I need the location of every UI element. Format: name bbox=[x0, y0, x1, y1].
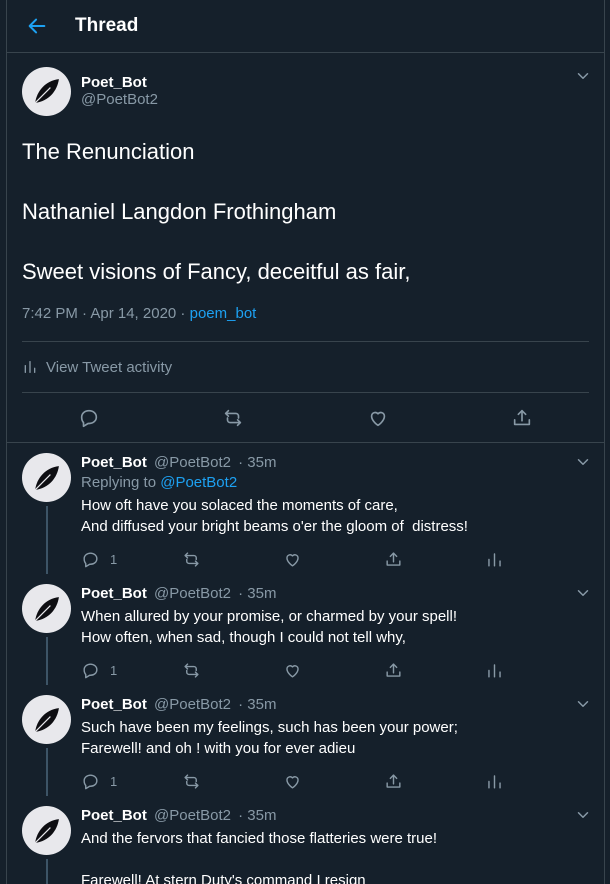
tweet-text: Such have been my feelings, such has bee… bbox=[81, 719, 458, 757]
like-button[interactable] bbox=[283, 772, 384, 791]
thread-column: Thread Poet_Bot @PoetBot2 The Renunciati… bbox=[6, 0, 605, 884]
retweet-icon bbox=[184, 551, 199, 567]
reply-icon bbox=[83, 773, 98, 789]
chevron-down-icon[interactable] bbox=[574, 67, 592, 85]
timestamp[interactable]: 7:42 PM · Apr 14, 2020 · bbox=[22, 305, 185, 322]
timestamp[interactable]: · 35m bbox=[238, 696, 276, 713]
share-button[interactable] bbox=[384, 550, 485, 569]
timestamp[interactable]: · 35m bbox=[238, 807, 276, 824]
page-title: Thread bbox=[75, 15, 139, 36]
reply-count: 1 bbox=[110, 551, 118, 567]
leaf-logo-icon bbox=[34, 707, 59, 732]
reply-icon bbox=[83, 662, 98, 678]
avatar[interactable] bbox=[22, 66, 71, 116]
header: Thread bbox=[7, 0, 604, 53]
retweet-button[interactable] bbox=[182, 661, 283, 680]
timestamp[interactable]: · 35m bbox=[238, 585, 276, 602]
share-icon bbox=[386, 773, 401, 788]
like-button[interactable] bbox=[283, 661, 384, 680]
retweet-button[interactable] bbox=[182, 550, 283, 569]
author-handle[interactable]: @PoetBot2 bbox=[154, 807, 231, 824]
bar-chart-icon bbox=[488, 774, 501, 789]
replying-to: Replying to @PoetBot2 bbox=[81, 473, 589, 493]
leaf-logo-icon bbox=[34, 596, 59, 621]
retweet-button[interactable] bbox=[182, 772, 283, 791]
leaf-logo-icon bbox=[34, 818, 59, 843]
reply-tweet[interactable]: Poet_Bot @PoetBot2 · 35m Such have been … bbox=[7, 685, 604, 796]
thread-line bbox=[45, 637, 48, 685]
like-button[interactable] bbox=[283, 550, 384, 569]
tweet-text: The Renunciation Nathaniel Langdon Froth… bbox=[22, 139, 411, 284]
chevron-down-icon[interactable] bbox=[574, 695, 592, 713]
analytics-button[interactable] bbox=[485, 550, 586, 569]
reply-tweet[interactable]: Poet_Bot @PoetBot2 · 35m When allured by… bbox=[7, 574, 604, 685]
author-handle[interactable]: @PoetBot2 bbox=[154, 585, 231, 602]
main-tweet: Poet_Bot @PoetBot2 The Renunciation Nath… bbox=[7, 53, 604, 443]
share-icon[interactable] bbox=[511, 407, 533, 429]
back-button[interactable] bbox=[7, 0, 67, 53]
view-activity-link[interactable]: View Tweet activity bbox=[22, 342, 589, 392]
tweet-action-bar bbox=[7, 393, 604, 443]
chevron-down-icon[interactable] bbox=[574, 806, 592, 824]
analytics-button[interactable] bbox=[485, 661, 586, 680]
reply-button[interactable]: 1 bbox=[81, 772, 182, 791]
tweet-text: When allured by your promise, or charmed… bbox=[81, 608, 457, 646]
author-name[interactable]: Poet_Bot bbox=[81, 74, 158, 91]
leaf-logo-icon bbox=[34, 79, 59, 104]
author-handle[interactable]: @PoetBot2 bbox=[154, 696, 231, 713]
replying-to-link[interactable]: @PoetBot2 bbox=[160, 474, 237, 491]
share-icon bbox=[386, 662, 401, 677]
avatar[interactable] bbox=[22, 584, 71, 633]
retweet-icon bbox=[184, 662, 199, 678]
author-name[interactable]: Poet_Bot bbox=[81, 696, 147, 713]
reply-count: 1 bbox=[110, 662, 118, 678]
heart-icon bbox=[286, 775, 299, 789]
share-button[interactable] bbox=[384, 772, 485, 791]
thread-line bbox=[45, 748, 48, 796]
arrow-left-icon bbox=[28, 18, 46, 34]
heart-icon bbox=[286, 664, 299, 678]
thread-line bbox=[45, 859, 48, 884]
reply-icon bbox=[83, 551, 98, 567]
leaf-logo-icon bbox=[34, 465, 59, 490]
retweet-icon[interactable] bbox=[222, 407, 244, 429]
avatar[interactable] bbox=[22, 806, 71, 855]
replying-prefix: Replying to bbox=[81, 474, 157, 491]
reply-icon[interactable] bbox=[78, 407, 100, 429]
author-handle[interactable]: @PoetBot2 bbox=[154, 454, 231, 471]
tweet-text: How oft have you solaced the moments of … bbox=[81, 497, 468, 535]
tweet-meta: 7:42 PM · Apr 14, 2020 · poem_bot bbox=[22, 305, 589, 325]
chevron-down-icon[interactable] bbox=[574, 453, 592, 471]
analytics-button[interactable] bbox=[485, 772, 586, 791]
bar-chart-icon bbox=[24, 361, 36, 373]
tweet-action-bar: 1 bbox=[81, 761, 589, 801]
tweet-action-bar: 1 bbox=[81, 539, 589, 579]
source-link[interactable]: poem_bot bbox=[190, 305, 257, 322]
reply-button[interactable]: 1 bbox=[81, 661, 182, 680]
tweet-action-bar: 1 bbox=[81, 650, 589, 690]
bar-chart-icon bbox=[488, 663, 501, 678]
author-name[interactable]: Poet_Bot bbox=[81, 454, 147, 471]
thread-line bbox=[45, 506, 48, 574]
avatar[interactable] bbox=[22, 695, 71, 744]
heart-icon bbox=[286, 553, 299, 567]
avatar[interactable] bbox=[22, 453, 71, 502]
tweet-text: And the fervors that fancied those flatt… bbox=[81, 830, 438, 884]
timestamp[interactable]: · 35m bbox=[238, 454, 276, 471]
author-name[interactable]: Poet_Bot bbox=[81, 807, 147, 824]
bar-chart-icon bbox=[488, 552, 501, 567]
reply-tweet[interactable]: Poet_Bot @PoetBot2 · 35m Replying to @Po… bbox=[7, 443, 604, 574]
retweet-icon bbox=[184, 773, 199, 789]
heart-icon[interactable] bbox=[367, 407, 389, 429]
reply-tweet[interactable]: Poet_Bot @PoetBot2 · 35m And the fervors… bbox=[7, 796, 604, 884]
share-button[interactable] bbox=[384, 661, 485, 680]
reply-button[interactable]: 1 bbox=[81, 550, 182, 569]
author-name[interactable]: Poet_Bot bbox=[81, 585, 147, 602]
reply-count: 1 bbox=[110, 773, 118, 789]
chevron-down-icon[interactable] bbox=[574, 584, 592, 602]
activity-label: View Tweet activity bbox=[46, 358, 173, 376]
share-icon bbox=[386, 551, 401, 566]
author-handle[interactable]: @PoetBot2 bbox=[81, 91, 158, 108]
